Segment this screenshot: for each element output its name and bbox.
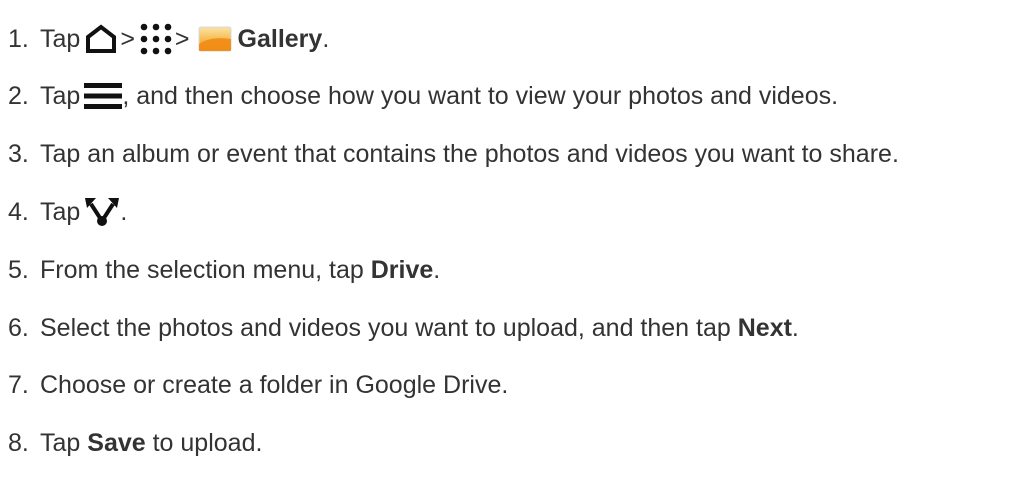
- step-text: From the selection menu, tap: [40, 256, 371, 284]
- step-number: 3.: [8, 140, 29, 168]
- gallery-app-icon: [198, 24, 232, 54]
- step-6: 6. Select the photos and videos you want…: [8, 308, 799, 348]
- step-number: 6.: [8, 314, 29, 342]
- separator: >: [120, 25, 135, 53]
- step-8: 8. Tap Save to upload.: [8, 423, 262, 463]
- step-text: Tap: [40, 82, 81, 110]
- step-text-rest: to upload.: [145, 429, 263, 457]
- separator: >: [174, 25, 190, 53]
- step-3: 3. Tap an album or event that contains t…: [8, 134, 899, 174]
- step-number: 2.: [8, 82, 29, 110]
- home-icon: [84, 24, 118, 54]
- step-text: Tap: [40, 429, 88, 457]
- menu-icon: [84, 82, 123, 110]
- step-text: Tap an album or event that contains the …: [40, 140, 899, 168]
- step-end: .: [322, 25, 330, 53]
- step-end: .: [791, 314, 799, 342]
- step-end: .: [120, 198, 128, 226]
- step-7: 7. Choose or create a folder in Google D…: [8, 365, 508, 405]
- step-number: 5.: [8, 256, 29, 284]
- step-number: 8.: [8, 429, 29, 457]
- next-label: Next: [737, 314, 792, 342]
- gallery-label: Gallery: [237, 25, 323, 53]
- step-number: 4.: [8, 198, 29, 226]
- step-text: Select the photos and videos you want to…: [40, 314, 738, 342]
- step-5: 5. From the selection menu, tap Drive .: [8, 250, 440, 290]
- drive-label: Drive: [370, 256, 434, 284]
- step-text: Tap: [40, 25, 81, 53]
- step-text-rest: , and then choose how you want to view y…: [122, 82, 839, 110]
- save-label: Save: [87, 429, 146, 457]
- step-number: 1.: [8, 25, 29, 53]
- step-number: 7.: [8, 371, 29, 399]
- step-4: 4. Tap .: [8, 192, 127, 232]
- step-text: Tap: [40, 198, 81, 226]
- step-text: Choose or create a folder in Google Driv…: [40, 371, 509, 399]
- step-1: 1. Tap > > Gallery .: [8, 19, 329, 59]
- apps-grid-icon: [139, 22, 173, 56]
- step-2: 2. Tap , and then choose how you want to…: [8, 76, 838, 116]
- step-end: .: [433, 256, 441, 284]
- share-icon: [84, 195, 120, 229]
